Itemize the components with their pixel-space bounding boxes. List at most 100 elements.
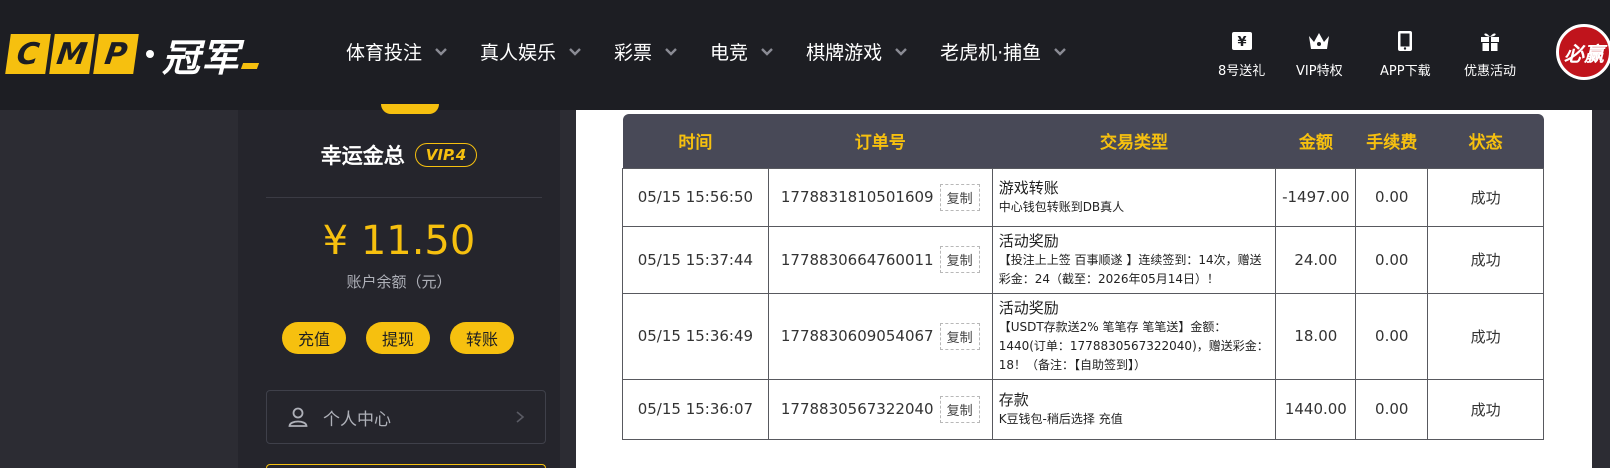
cell-fee: 0.00 (1355, 167, 1429, 227)
nav-item-sports[interactable]: 体育投注 (346, 38, 448, 65)
transaction-type-title: 活动奖励 (998, 231, 1059, 250)
avatar (381, 104, 439, 114)
quick-link-label: 8号送礼 (1218, 64, 1266, 79)
user-icon (288, 407, 308, 427)
chevron-down-icon (760, 45, 774, 59)
nav-item-lottery[interactable]: 彩票 (614, 38, 678, 65)
transaction-type-desc: 【USDT存款送2% 笔笔存 笔笔送】金额：1440(订单：1778830567… (998, 319, 1269, 372)
nav-item-label: 真人娱乐 (480, 42, 557, 64)
user-name-row: 幸运金总 VIP.4 (238, 140, 560, 170)
vip-level-badge: VIP.4 (414, 143, 478, 167)
nav-item-slots-fishing[interactable]: 老虎机·捕鱼 (940, 38, 1067, 65)
quick-link-vip[interactable]: VIP特权 (1296, 28, 1343, 79)
quick-link-8th-gift[interactable]: ¥ 8号送礼 (1218, 28, 1265, 79)
cell-type: 活动奖励 【投注上上签 百事顺遂 】连续签到：14次，赠送彩金：24（截至：20… (991, 225, 1277, 294)
personal-center-link[interactable]: 个人中心 (266, 390, 546, 444)
transaction-type-title: 游戏转账 (998, 178, 1059, 197)
logo-underline-mark (240, 63, 260, 69)
gift-card-icon: ¥ (1231, 32, 1252, 50)
transaction-type-desc: K豆钱包-稍后选择 充值 (998, 411, 1123, 426)
account-balance: ¥ 11.50 (322, 218, 476, 264)
cell-time: 05/15 15:36:49 (622, 292, 769, 380)
cell-amount: 18.00 (1275, 292, 1357, 380)
svg-text:¥: ¥ (1237, 35, 1246, 50)
cell-status: 成功 (1427, 225, 1544, 294)
nav-item-card-games[interactable]: 棋牌游戏 (806, 38, 908, 65)
next-menu-item[interactable] (266, 464, 546, 468)
table-row: 05/15 15:36:07 1778830567322040 复制 存款 K豆… (622, 378, 1544, 440)
logo-letter-m: M (49, 34, 95, 74)
nav-item-esports[interactable]: 电竞 (710, 38, 774, 65)
logo-letter-c: C (5, 34, 51, 74)
cell-time: 05/15 15:37:44 (622, 225, 769, 294)
cell-fee: 0.00 (1355, 292, 1429, 380)
chevron-down-icon (894, 45, 908, 59)
column-header-amount: 金额 (1275, 114, 1356, 168)
logo-chinese-name: 冠军 (162, 35, 241, 80)
brand-logo[interactable]: C M P 冠军 (5, 32, 260, 80)
cell-type: 游戏转账 中心钱包转账到DB真人 (991, 167, 1277, 227)
column-header-status: 状态 (1427, 114, 1544, 168)
order-number: 1778830664760011 (780, 250, 934, 269)
deposit-button[interactable]: 充值 (282, 322, 346, 354)
cell-fee: 0.00 (1355, 378, 1429, 440)
quick-link-label: APP下载 (1380, 64, 1431, 79)
copy-order-button[interactable]: 复制 (939, 183, 980, 211)
top-navigation-bar: C M P 冠军 体育投注 真人娱乐 彩票 电竞 棋牌游戏 老虎机·捕鱼 ¥ 8… (0, 0, 1610, 110)
cell-fee: 0.00 (1355, 225, 1429, 294)
divider (266, 197, 542, 198)
table-header-row: 时间 订单号 交易类型 金额 手续费 状态 (622, 114, 1544, 168)
quick-link-label: VIP特权 (1296, 64, 1343, 79)
cell-order: 1778830609054067 复制 (767, 292, 993, 380)
transfer-button[interactable]: 转账 (450, 322, 514, 354)
nav-item-label: 棋牌游戏 (806, 42, 883, 64)
nav-item-label: 电竞 (710, 42, 749, 64)
cell-order: 1778830664760011 复制 (767, 225, 993, 294)
withdraw-button[interactable]: 提现 (366, 322, 430, 354)
chevron-down-icon (664, 45, 678, 59)
copy-order-button[interactable]: 复制 (939, 246, 980, 273)
quick-link-label: 优惠活动 (1464, 64, 1517, 79)
column-header-time: 时间 (622, 114, 769, 168)
transaction-type-title: 存款 (998, 390, 1029, 409)
order-number: 1778830609054067 (780, 327, 934, 345)
order-number: 1778830567322040 (780, 400, 934, 418)
transaction-type-desc: 【投注上上签 百事顺遂 】连续签到：14次，赠送彩金：24（截至：2026年05… (998, 252, 1262, 286)
crown-icon (1309, 33, 1330, 49)
cell-order: 1778831810501609 复制 (767, 167, 993, 227)
chevron-down-icon (568, 45, 582, 59)
transaction-type-title: 活动奖励 (998, 298, 1059, 317)
personal-center-label: 个人中心 (323, 409, 391, 430)
quick-link-app-download[interactable]: APP下载 (1380, 28, 1431, 79)
nav-item-label: 彩票 (614, 42, 653, 64)
partner-badge[interactable]: 必赢 (1556, 24, 1610, 80)
transaction-table: 时间 订单号 交易类型 金额 手续费 状态 05/15 15:56:50 177… (622, 114, 1544, 440)
logo-letter-p: P (93, 34, 139, 74)
quick-link-promotions[interactable]: 优惠活动 (1464, 28, 1516, 79)
nav-item-label: 体育投注 (346, 42, 423, 64)
copy-order-button[interactable]: 复制 (939, 395, 980, 423)
column-header-type: 交易类型 (992, 114, 1276, 168)
copy-order-button[interactable]: 复制 (939, 322, 980, 350)
nav-item-label: 老虎机·捕鱼 (940, 42, 1042, 64)
cell-amount: -1497.00 (1275, 167, 1357, 227)
chevron-right-icon (516, 411, 525, 423)
cell-status: 成功 (1427, 378, 1544, 440)
table-row: 05/15 15:56:50 1778831810501609 复制 游戏转账 … (622, 167, 1544, 227)
nav-item-live-casino[interactable]: 真人娱乐 (480, 38, 582, 65)
cell-type: 活动奖励 【USDT存款送2% 笔笔存 笔笔送】金额：1440(订单：17788… (991, 292, 1277, 380)
cell-order: 1778830567322040 复制 (767, 378, 993, 440)
transaction-type-desc: 中心钱包转账到DB真人 (998, 199, 1125, 214)
transaction-records-panel: 时间 订单号 交易类型 金额 手续费 状态 05/15 15:56:50 177… (576, 110, 1592, 468)
cell-time: 05/15 15:56:50 (622, 167, 769, 227)
account-sidebar: 幸运金总 VIP.4 ¥ 11.50 账户余额（元） 充值 提现 转账 个人中心 (238, 104, 560, 468)
cell-amount: 24.00 (1275, 225, 1357, 294)
table-row: 05/15 15:36:49 1778830609054067 复制 活动奖励 … (622, 292, 1544, 380)
cell-status: 成功 (1427, 167, 1544, 227)
table-row: 05/15 15:37:44 1778830664760011 复制 活动奖励 … (622, 225, 1544, 294)
chevron-down-icon (434, 45, 448, 59)
tablet-icon (1398, 31, 1413, 51)
chevron-down-icon (1053, 45, 1067, 59)
main-nav: 体育投注 真人娱乐 彩票 电竞 棋牌游戏 老虎机·捕鱼 (346, 38, 1099, 65)
cell-status: 成功 (1427, 292, 1544, 380)
